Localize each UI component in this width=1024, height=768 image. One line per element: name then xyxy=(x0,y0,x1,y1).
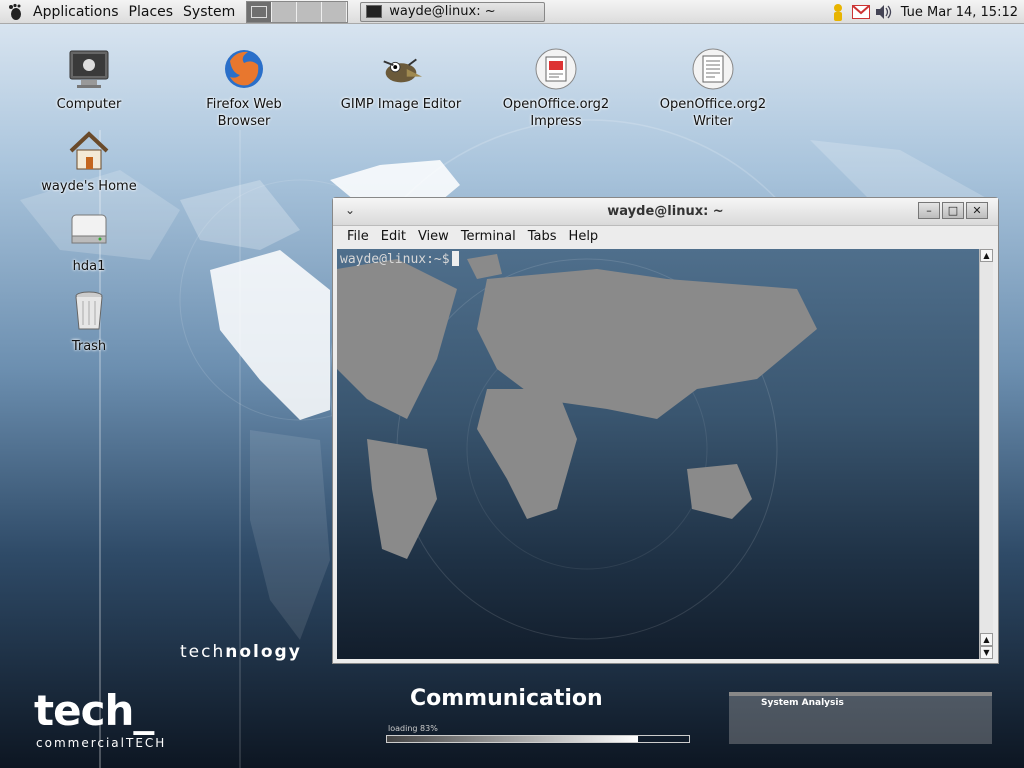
window-menu-chevron-icon[interactable]: ⌄ xyxy=(345,203,355,217)
wallpaper-loading-bar xyxy=(386,735,690,743)
volume-icon[interactable] xyxy=(875,3,893,21)
menu-tabs[interactable]: Tabs xyxy=(528,229,557,244)
close-button[interactable]: ✕ xyxy=(966,202,988,219)
desktop-icon-label: hda1 xyxy=(72,259,106,274)
mail-icon[interactable] xyxy=(851,3,870,21)
impress-icon xyxy=(533,46,579,92)
window-controls: – □ ✕ xyxy=(916,202,988,219)
scroll-down-arrow-icon-upper[interactable]: ▲ xyxy=(980,633,993,646)
menu-places[interactable]: Places xyxy=(124,4,179,20)
firefox-icon xyxy=(221,46,267,92)
wallpaper-technology-text: technology xyxy=(180,642,302,662)
trash-icon xyxy=(66,288,112,334)
menu-edit[interactable]: Edit xyxy=(381,229,406,244)
menu-system[interactable]: System xyxy=(178,4,240,20)
top-panel: Applications Places System wayde@linux: … xyxy=(0,0,1024,24)
desktop-icon-gimp[interactable]: GIMP Image Editor xyxy=(336,46,466,113)
desktop-icon-home[interactable]: wayde's Home xyxy=(24,128,154,195)
workspace-switcher xyxy=(246,0,349,23)
window-title: wayde@linux: ~ xyxy=(607,204,724,219)
terminal-background-world-map xyxy=(337,254,817,640)
wallpaper-loading-text: loading 83% xyxy=(388,724,438,733)
desktop-icon-label: Computer xyxy=(56,97,122,112)
terminal-text-area[interactable]: wayde@linux:~$ xyxy=(337,249,981,659)
workspace-2[interactable] xyxy=(272,1,298,22)
writer-icon xyxy=(690,46,736,92)
wallpaper-tech-subtitle: commercialTECH xyxy=(36,736,167,750)
desktop-icon-label: Trash xyxy=(71,339,107,354)
desktop-icon-trash[interactable]: Trash xyxy=(24,288,154,355)
desktop-icon-label: Firefox Web Browser xyxy=(206,97,282,129)
clock[interactable]: Tue Mar 14, 15:12 xyxy=(901,5,1018,20)
drive-icon xyxy=(66,208,112,254)
workspace-3[interactable] xyxy=(297,1,323,22)
user-icon[interactable] xyxy=(829,3,847,21)
desktop-icon-hda1[interactable]: hda1 xyxy=(24,208,154,275)
wallpaper-loading-fill xyxy=(387,736,638,742)
menu-help[interactable]: Help xyxy=(569,229,599,244)
wallpaper-communication-text: Communication xyxy=(410,686,603,711)
taskbar-button-terminal[interactable]: wayde@linux: ~ xyxy=(360,1,546,22)
minimize-button[interactable]: – xyxy=(918,202,940,219)
menu-view[interactable]: View xyxy=(418,229,449,244)
desktop-icon-label: OpenOffice.org2 Writer xyxy=(659,97,767,129)
gimp-icon xyxy=(378,46,424,92)
menu-file[interactable]: File xyxy=(347,229,369,244)
terminal-scrollbar[interactable]: ▲ ▲ ▼ xyxy=(979,249,993,659)
terminal-cursor xyxy=(451,251,459,266)
home-icon xyxy=(66,128,112,174)
desktop-icon-writer[interactable]: OpenOffice.org2 Writer xyxy=(648,46,778,130)
desktop-icon-label: OpenOffice.org2 Impress xyxy=(502,97,610,129)
terminal-menubar: File Edit View Terminal Tabs Help xyxy=(333,225,998,248)
terminal-prompt: wayde@linux:~$ xyxy=(340,251,459,267)
desktop-icon-impress[interactable]: OpenOffice.org2 Impress xyxy=(491,46,621,130)
desktop-icon-computer[interactable]: Computer xyxy=(24,46,154,113)
desktop-icon-label: GIMP Image Editor xyxy=(340,97,462,112)
maximize-button[interactable]: □ xyxy=(942,202,964,219)
workspace-1[interactable] xyxy=(247,1,273,22)
desktop-icon-label: wayde's Home xyxy=(41,179,137,194)
wallpaper-system-analysis-title: System Analysis xyxy=(761,698,844,708)
wallpaper-tech-logo: tech_ xyxy=(34,686,154,735)
system-tray: Tue Mar 14, 15:12 xyxy=(824,0,1018,24)
taskbar-button-label: wayde@linux: ~ xyxy=(389,4,496,19)
scroll-up-arrow-icon[interactable]: ▲ xyxy=(980,249,993,262)
terminal-icon xyxy=(366,5,383,18)
window-titlebar[interactable]: ⌄ wayde@linux: ~ – □ ✕ xyxy=(333,198,998,226)
terminal-window: ⌄ wayde@linux: ~ – □ ✕ File Edit View Te… xyxy=(332,197,999,664)
scroll-down-arrow-icon[interactable]: ▼ xyxy=(980,646,993,659)
gnome-foot-icon[interactable] xyxy=(6,3,24,21)
menu-terminal[interactable]: Terminal xyxy=(461,229,516,244)
menu-applications[interactable]: Applications xyxy=(28,4,124,20)
workspace-4[interactable] xyxy=(322,1,348,22)
desktop-icon-firefox[interactable]: Firefox Web Browser xyxy=(179,46,309,130)
computer-icon xyxy=(66,46,112,92)
